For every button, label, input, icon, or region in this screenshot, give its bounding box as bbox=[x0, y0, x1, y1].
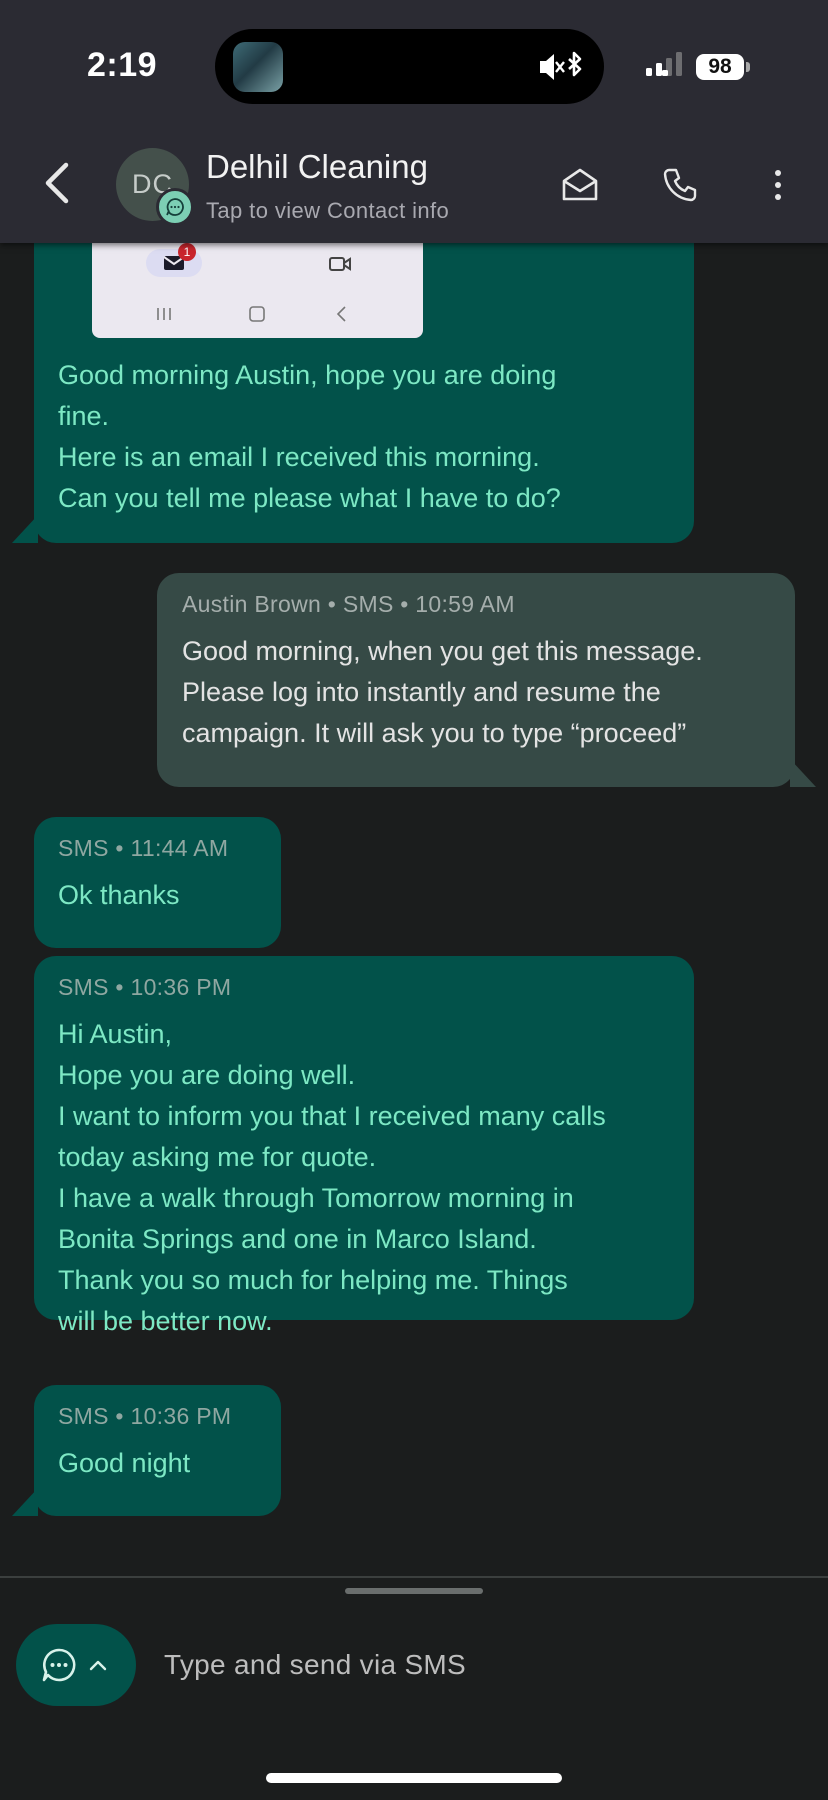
chat-bubble-icon bbox=[42, 1648, 76, 1682]
live-activity-thumbnail bbox=[233, 42, 283, 92]
message-thread[interactable]: 1 Good morning Austin, hope you are doin… bbox=[0, 243, 828, 1573]
back-button[interactable] bbox=[30, 150, 84, 216]
contact-info-link[interactable]: Tap to view Contact info bbox=[206, 198, 449, 224]
bubble-tail bbox=[12, 515, 38, 543]
message-text: Ok thanks bbox=[58, 880, 180, 910]
battery-icon bbox=[746, 62, 750, 72]
sms-badge-icon bbox=[156, 188, 194, 226]
battery-level: 98 bbox=[696, 54, 744, 80]
message-text: Please log into instantly and resume the bbox=[182, 677, 661, 707]
message-input[interactable] bbox=[162, 1634, 806, 1696]
message-bubble-incoming[interactable]: SMS • 10:36 PM Good night bbox=[34, 1385, 281, 1516]
email-button[interactable] bbox=[555, 160, 605, 210]
message-meta: SMS • 11:44 AM bbox=[58, 835, 229, 861]
message-bubble-outgoing[interactable]: Austin Brown • SMS • 10:59 AM Good morni… bbox=[157, 573, 795, 787]
message-text: I have a walk through Tomorrow morning i… bbox=[58, 1183, 574, 1213]
more-options-button[interactable] bbox=[753, 160, 803, 210]
composer-divider bbox=[0, 1576, 828, 1578]
channel-select-button[interactable] bbox=[16, 1624, 136, 1706]
message-text: Good night bbox=[58, 1448, 191, 1478]
home-indicator[interactable] bbox=[266, 1773, 562, 1783]
status-icons: 98 bbox=[646, 50, 754, 86]
android-nav-icons bbox=[157, 306, 346, 322]
message-meta: Austin Brown • SMS • 10:59 AM bbox=[182, 591, 515, 617]
dynamic-island bbox=[215, 29, 604, 104]
message-text: Good morning Austin, hope you are doing … bbox=[58, 360, 561, 513]
message-meta: SMS • 10:36 PM bbox=[58, 974, 232, 1000]
chevron-up-icon bbox=[89, 1660, 107, 1671]
cellular-signal-icon bbox=[646, 52, 682, 76]
message-bubble-incoming[interactable]: SMS • 10:36 PM Hi Austin, Hope you are d… bbox=[34, 956, 694, 1336]
message-text: Hope you are doing well. bbox=[58, 1060, 356, 1090]
back-arrow-icon bbox=[45, 162, 69, 204]
silent-bluetooth-icons bbox=[538, 50, 584, 84]
mail-badge: 1 bbox=[178, 243, 196, 261]
contact-name[interactable]: Delhil Cleaning bbox=[206, 148, 428, 186]
message-text: Thank you so much for helping me. Things bbox=[58, 1265, 568, 1295]
phone-icon bbox=[663, 168, 697, 202]
bubble-tail bbox=[12, 1488, 38, 1516]
message-bubble-incoming[interactable]: SMS • 11:44 AM Ok thanks bbox=[34, 817, 281, 948]
message-text: Hi Austin, bbox=[58, 1019, 173, 1049]
message-text: Good morning, when you get this message. bbox=[182, 636, 703, 666]
bubble-tail bbox=[790, 759, 816, 787]
status-time: 2:19 bbox=[87, 46, 158, 84]
video-icon bbox=[329, 257, 351, 271]
message-bubble-incoming[interactable]: 1 Good morning Austin, hope you are doin… bbox=[34, 243, 694, 543]
message-text: I want to inform you that I received man… bbox=[58, 1101, 606, 1131]
message-meta: SMS • 10:36 PM bbox=[58, 1403, 232, 1429]
message-text: Bonita Springs and one in Marco Island. bbox=[58, 1224, 537, 1254]
message-text: campaign. It will ask you to type “proce… bbox=[182, 718, 687, 748]
call-button[interactable] bbox=[655, 160, 705, 210]
more-vertical-icon bbox=[775, 170, 781, 200]
app-header: 2:19 98 DC Delhil Cleaning Tap to view C… bbox=[0, 0, 828, 243]
message-text: will be better now. bbox=[58, 1306, 273, 1336]
composer-drag-handle[interactable] bbox=[345, 1588, 483, 1594]
image-attachment[interactable]: 1 bbox=[92, 243, 423, 338]
message-text: today asking me for quote. bbox=[58, 1142, 377, 1172]
envelope-icon bbox=[562, 168, 598, 201]
